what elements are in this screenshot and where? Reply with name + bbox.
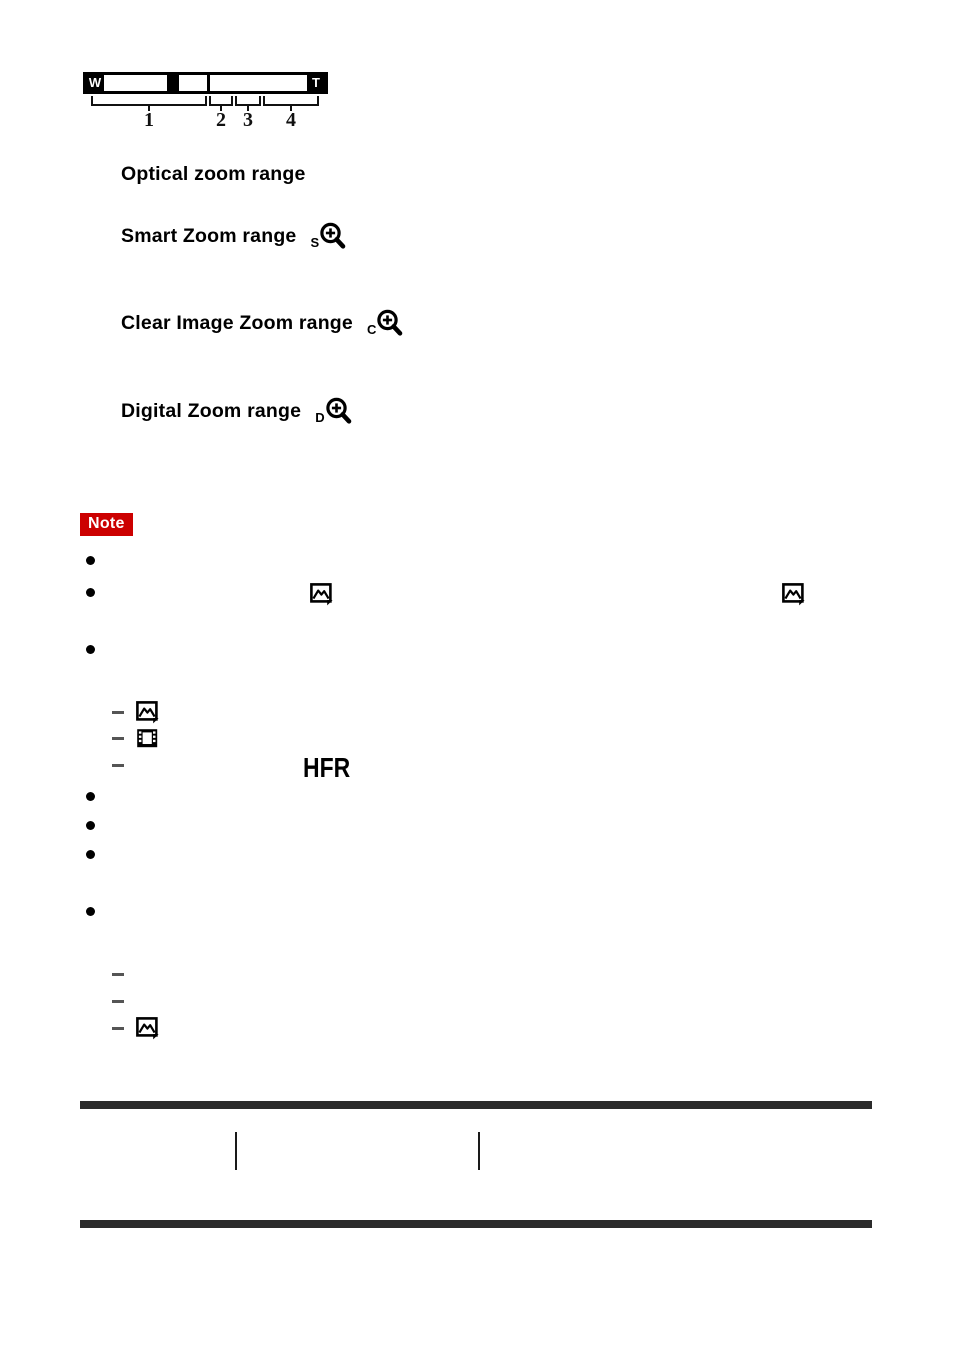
zoom-range-divider-1 bbox=[207, 75, 210, 91]
range-number-2: 2 bbox=[216, 109, 226, 131]
list-item-bullet bbox=[86, 821, 95, 830]
sub-list-item-dash bbox=[112, 1027, 124, 1030]
magnifier-subscript-d: D bbox=[315, 410, 325, 425]
magnifier-plus-icon-digital: D bbox=[315, 396, 353, 426]
sub-list-item-dash bbox=[112, 737, 124, 740]
still-image-icon bbox=[136, 701, 160, 730]
magnifier-subscript-c: C bbox=[366, 322, 377, 337]
legend-label-optical-zoom: Optical zoom range bbox=[121, 163, 306, 185]
sub-list-item-dash bbox=[112, 764, 124, 767]
footer-rule-top bbox=[80, 1101, 872, 1109]
magnifier-plus-icon-clear-image: C bbox=[367, 308, 405, 338]
range-number-4: 4 bbox=[286, 109, 296, 131]
wide-end-cap: W bbox=[86, 75, 104, 91]
legend-label-digital-zoom: Digital Zoom range bbox=[121, 399, 302, 422]
legend-row-optical-zoom: Optical zoom range bbox=[121, 163, 306, 186]
still-image-icon bbox=[782, 583, 806, 612]
bracket-range-2 bbox=[209, 96, 233, 111]
list-item-bullet bbox=[86, 850, 95, 859]
zoom-range-diagram: W T 1 2 3 4 bbox=[83, 72, 328, 134]
sub-list-item-dash bbox=[112, 973, 124, 976]
legend-label-smart-zoom: Smart Zoom range bbox=[121, 224, 297, 247]
bracket-range-4 bbox=[263, 96, 319, 111]
zoom-position-marker bbox=[167, 75, 179, 91]
list-item-bullet bbox=[86, 907, 95, 916]
legend-label-clear-image-zoom: Clear Image Zoom range bbox=[121, 311, 353, 334]
list-item-bullet bbox=[86, 556, 95, 565]
sub-list-item-dash bbox=[112, 1000, 124, 1003]
zoom-range-bar: W T bbox=[83, 72, 328, 94]
still-image-icon bbox=[310, 583, 334, 612]
legend-row-clear-image-zoom: Clear Image Zoom range C bbox=[121, 308, 405, 338]
hfr-label: HFR bbox=[303, 752, 351, 783]
range-number-3: 3 bbox=[243, 109, 253, 131]
footer-separator-2 bbox=[478, 1132, 480, 1170]
legend-row-smart-zoom: Smart Zoom range S bbox=[121, 221, 348, 251]
footer-rule-bottom bbox=[80, 1220, 872, 1228]
footer-separator-1 bbox=[235, 1132, 237, 1170]
legend-row-digital-zoom: Digital Zoom range D bbox=[121, 396, 354, 426]
magnifier-plus-icon-smart: S bbox=[310, 221, 348, 251]
list-item-bullet bbox=[86, 792, 95, 801]
still-image-icon bbox=[136, 1017, 160, 1046]
movie-film-icon bbox=[136, 727, 160, 756]
magnifier-subscript-s: S bbox=[310, 235, 320, 250]
zoom-range-brackets bbox=[83, 96, 328, 111]
sub-list-item-dash bbox=[112, 711, 124, 714]
list-item-bullet bbox=[86, 588, 95, 597]
tele-end-cap: T bbox=[307, 75, 325, 91]
list-item-bullet bbox=[86, 645, 95, 654]
note-badge: Note bbox=[80, 513, 133, 537]
bracket-range-3 bbox=[235, 96, 261, 111]
range-number-1: 1 bbox=[144, 109, 154, 131]
bracket-range-1 bbox=[91, 96, 207, 111]
